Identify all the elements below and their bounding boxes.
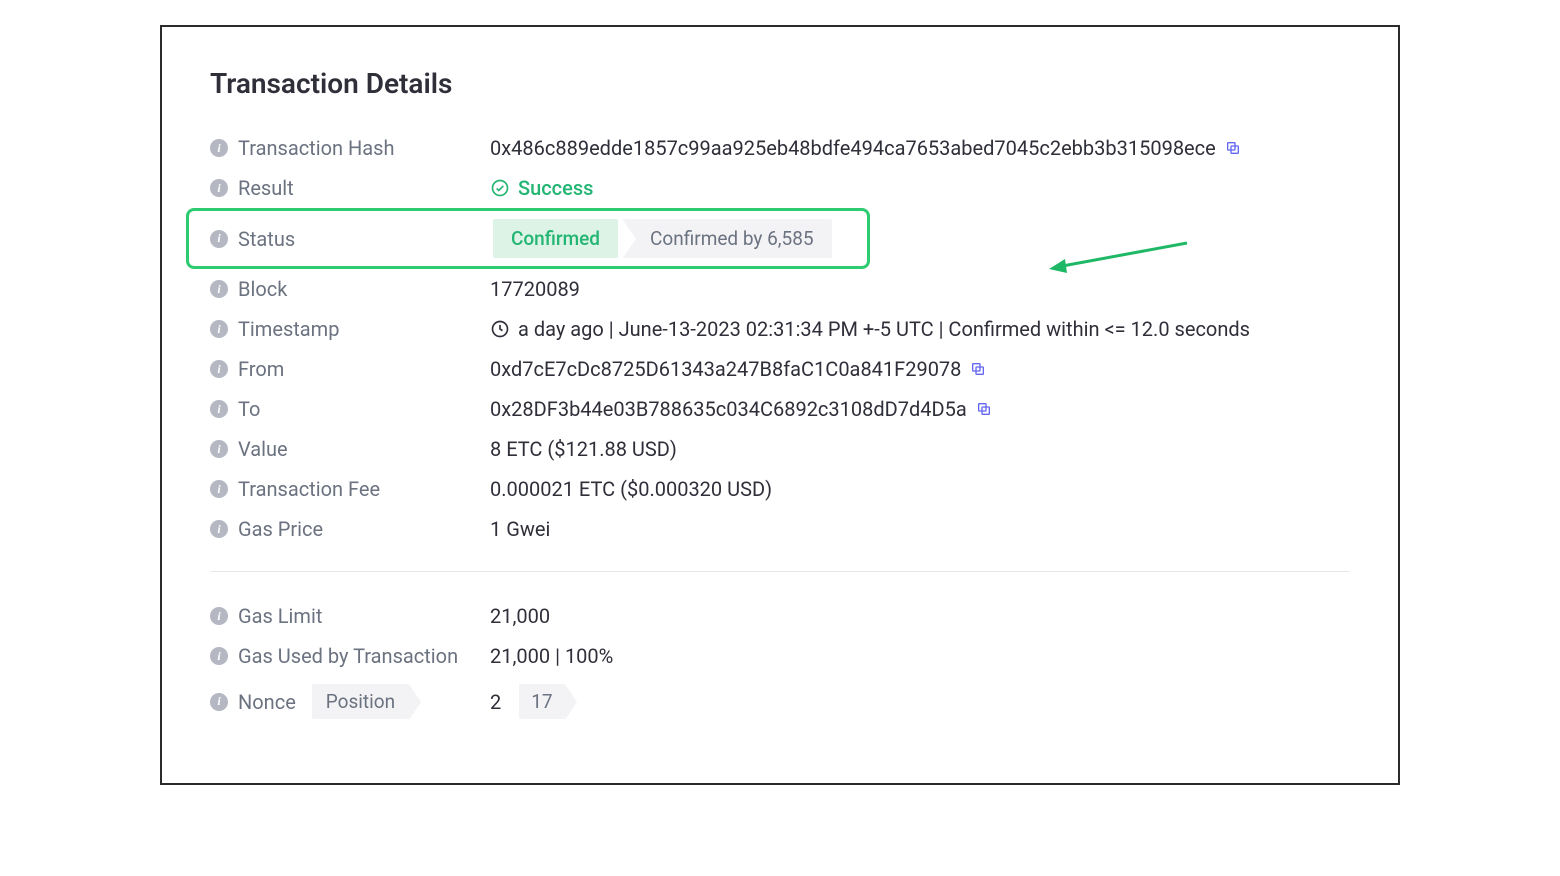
info-icon[interactable]: i [210, 320, 228, 338]
row-block: i Block 17720089 [210, 269, 1350, 309]
value-gas-price: 1 Gwei [490, 517, 1350, 541]
transaction-details-panel: Transaction Details i Transaction Hash 0… [160, 25, 1400, 785]
info-icon[interactable]: i [210, 693, 228, 711]
label-text-gas-price: Gas Price [238, 517, 323, 541]
label-text-block: Block [238, 277, 287, 301]
info-icon[interactable]: i [210, 230, 228, 248]
page-title: Transaction Details [210, 67, 1350, 100]
label-status: i Status [210, 227, 493, 251]
result-text: Success [518, 176, 593, 200]
info-icon[interactable]: i [210, 480, 228, 498]
value-status: Confirmed Confirmed by 6,585 [493, 219, 861, 258]
from-text: 0xd7cE7cDc8725D61343a247B8faC1C0a841F290… [490, 357, 961, 381]
row-value: i Value 8 ETC ($121.88 USD) [210, 429, 1350, 469]
row-gas-price: i Gas Price 1 Gwei [210, 509, 1350, 549]
gas-price-text: 1 Gwei [490, 517, 550, 541]
fee-text: 0.000021 ETC ($0.000320 USD) [490, 477, 772, 501]
label-from: i From [210, 357, 490, 381]
label-text-nonce: Nonce [238, 690, 296, 714]
label-timestamp: i Timestamp [210, 317, 490, 341]
row-timestamp: i Timestamp a day ago | June-13-2023 02:… [210, 309, 1350, 349]
label-text-fee: Transaction Fee [238, 477, 380, 501]
value-hash: 0x486c889edde1857c99aa925eb48bdfe494ca76… [490, 136, 1350, 160]
label-fee: i Transaction Fee [210, 477, 490, 501]
value-gas-limit: 21,000 [490, 604, 1350, 628]
value-from: 0xd7cE7cDc8725D61343a247B8faC1C0a841F290… [490, 357, 1350, 381]
label-result: i Result [210, 176, 490, 200]
label-hash: i Transaction Hash [210, 136, 490, 160]
label-text-result: Result [238, 176, 294, 200]
status-badge-confirmations: Confirmed by 6,585 [622, 219, 832, 258]
info-icon[interactable]: i [210, 280, 228, 298]
row-hash: i Transaction Hash 0x486c889edde1857c99a… [210, 128, 1350, 168]
label-to: i To [210, 397, 490, 421]
nonce-text: 2 [490, 690, 501, 714]
position-value-chip: 17 [519, 684, 564, 719]
value-text: 8 ETC ($121.88 USD) [490, 437, 677, 461]
info-icon[interactable]: i [210, 139, 228, 157]
info-icon[interactable]: i [210, 400, 228, 418]
position-label-chip: Position [312, 684, 409, 719]
check-circle-icon [490, 178, 510, 198]
value-fee: 0.000021 ETC ($0.000320 USD) [490, 477, 1350, 501]
label-text-timestamp: Timestamp [238, 317, 339, 341]
label-text-gas-limit: Gas Limit [238, 604, 322, 628]
label-text-to: To [238, 397, 260, 421]
label-text-value: Value [238, 437, 288, 461]
label-gas-used: i Gas Used by Transaction [210, 644, 490, 668]
row-result: i Result Success [210, 168, 1350, 208]
gas-limit-text: 21,000 [490, 604, 550, 628]
info-icon[interactable]: i [210, 179, 228, 197]
label-text-from: From [238, 357, 284, 381]
block-text: 17720089 [490, 277, 580, 301]
clock-icon [490, 319, 510, 339]
gas-used-text: 21,000 | 100% [490, 644, 613, 668]
timestamp-text: a day ago | June-13-2023 02:31:34 PM +-5… [518, 317, 1250, 341]
value-gas-used: 21,000 | 100% [490, 644, 1350, 668]
divider [210, 571, 1350, 572]
value-value: 8 ETC ($121.88 USD) [490, 437, 1350, 461]
row-nonce: i Nonce Position 2 17 [210, 676, 1350, 727]
copy-icon[interactable] [975, 400, 993, 418]
label-gas-price: i Gas Price [210, 517, 490, 541]
label-value: i Value [210, 437, 490, 461]
copy-icon[interactable] [969, 360, 987, 378]
label-text-gas-used: Gas Used by Transaction [238, 644, 458, 668]
label-text-status: Status [238, 227, 295, 251]
row-status: i Status Confirmed Confirmed by 6,585 [186, 208, 870, 269]
row-to: i To 0x28DF3b44e03B788635c034C6892c3108d… [210, 389, 1350, 429]
hash-text: 0x486c889edde1857c99aa925eb48bdfe494ca76… [490, 136, 1216, 160]
label-text-hash: Transaction Hash [238, 136, 394, 160]
value-timestamp: a day ago | June-13-2023 02:31:34 PM +-5… [490, 317, 1350, 341]
to-text: 0x28DF3b44e03B788635c034C6892c3108dD7d4D… [490, 397, 967, 421]
value-result: Success [490, 176, 1350, 200]
label-block: i Block [210, 277, 490, 301]
label-gas-limit: i Gas Limit [210, 604, 490, 628]
info-icon[interactable]: i [210, 360, 228, 378]
copy-icon[interactable] [1224, 139, 1242, 157]
info-icon[interactable]: i [210, 647, 228, 665]
value-block: 17720089 [490, 277, 1350, 301]
row-gas-limit: i Gas Limit 21,000 [210, 596, 1350, 636]
row-fee: i Transaction Fee 0.000021 ETC ($0.00032… [210, 469, 1350, 509]
info-icon[interactable]: i [210, 520, 228, 538]
label-nonce: i Nonce Position [210, 684, 490, 719]
info-icon[interactable]: i [210, 607, 228, 625]
value-to: 0x28DF3b44e03B788635c034C6892c3108dD7d4D… [490, 397, 1350, 421]
row-from: i From 0xd7cE7cDc8725D61343a247B8faC1C0a… [210, 349, 1350, 389]
value-nonce: 2 17 [490, 684, 1350, 719]
row-gas-used: i Gas Used by Transaction 21,000 | 100% [210, 636, 1350, 676]
status-badge-confirmed: Confirmed [493, 219, 618, 258]
info-icon[interactable]: i [210, 440, 228, 458]
